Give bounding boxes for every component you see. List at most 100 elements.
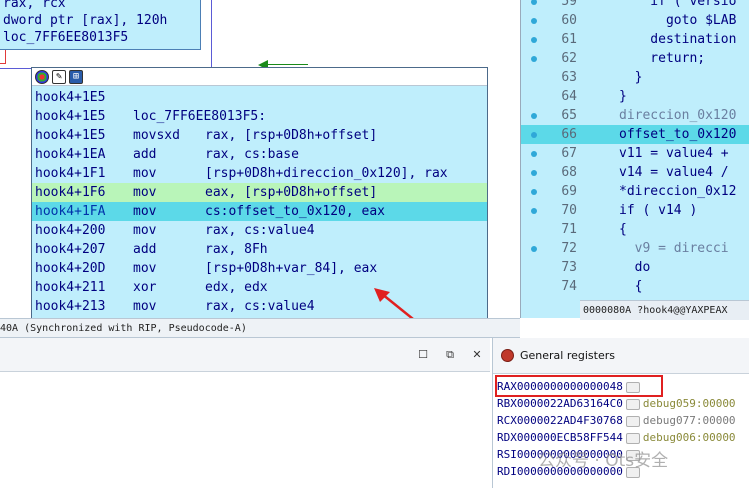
asm-address: hook4+1FA — [35, 204, 106, 219]
upper-line-3: loc_7FF6EE8013F5 — [3, 30, 129, 45]
pseudocode-line[interactable]: 74 { — [521, 277, 749, 296]
register-row[interactable]: RBX0000022AD63164C0 debug059:00000 — [493, 395, 749, 412]
pseudocode-line[interactable]: 73 do — [521, 258, 749, 277]
upper-code-block[interactable]: rax, rcx dword ptr [rax], 120h loc_7FF6E… — [0, 0, 201, 50]
asm-address: hook4+207 — [35, 242, 106, 257]
breakpoint-dot-icon[interactable] — [531, 56, 537, 62]
pseudocode-line[interactable]: 72 v9 = direcci — [521, 239, 749, 258]
pseudocode-line[interactable]: 66 offset_to_0x120 — [521, 125, 749, 144]
asm-operands: [rsp+0D8h+direccion_0x120], rax — [205, 166, 448, 181]
asm-line[interactable]: hook4+1EA add rax, cs:base — [32, 145, 487, 164]
line-number: 69 — [561, 184, 577, 199]
asm-address: hook4+1E5 — [35, 128, 106, 143]
register-comment: debug006:00000 — [642, 431, 736, 444]
breakpoint-dot-icon[interactable] — [531, 113, 537, 119]
pseudocode-text: } — [619, 70, 643, 85]
pseudocode-line[interactable]: 69 *direccion_0x12 — [521, 182, 749, 201]
register-name: RSI — [497, 448, 517, 461]
line-number: 61 — [561, 32, 577, 47]
breakpoint-dot-icon[interactable] — [531, 151, 537, 157]
breakpoint-dot-icon[interactable] — [531, 208, 537, 214]
pseudocode-text: direccion_0x120 — [619, 108, 737, 123]
breakpoint-dot-icon[interactable] — [531, 189, 537, 195]
pseudocode-line[interactable]: 63 } — [521, 68, 749, 87]
pseudocode-line[interactable]: 68 v14 = value4 / — [521, 163, 749, 182]
register-row[interactable]: RDX000000ECB58FF544 debug006:00000 — [493, 429, 749, 446]
asm-line[interactable]: hook4+1F6 mov eax, [rsp+0D8h+offset] — [32, 183, 487, 202]
asm-operands: rax, cs:value4 — [205, 299, 315, 314]
asm-line[interactable]: hook4+20D mov [rsp+0D8h+var_84], eax — [32, 259, 487, 278]
breakpoint-dot-icon[interactable] — [531, 246, 537, 252]
color-icon[interactable] — [35, 69, 49, 84]
asm-mnemonic: mov — [133, 204, 157, 219]
jump-to-address-icon[interactable] — [625, 398, 640, 410]
asm-line[interactable]: hook4+1E5 movsxd rax, [rsp+0D8h+offset] — [32, 126, 487, 145]
pseudocode-text: if ( v14 ) — [619, 203, 698, 218]
register-name: RDX — [497, 431, 517, 444]
asm-mnemonic: mov — [133, 185, 157, 200]
block-header: ✎ ⊞ — [32, 68, 487, 86]
asm-line[interactable]: hook4+1FA mov cs:offset_to_0x120, eax — [32, 202, 487, 221]
main-code-block[interactable]: ✎ ⊞ hook4+1E5 hook4+1E5 loc_7FF6EE8013F5: h… — [31, 67, 488, 318]
upper-line-2: dword ptr [rax], 120h — [3, 13, 168, 28]
asm-line[interactable]: hook4+1E5 — [32, 88, 487, 107]
graph-view[interactable]: rax, rcx dword ptr [rax], 120h loc_7FF6E… — [0, 0, 520, 318]
pseudocode-line[interactable]: 64} — [521, 87, 749, 106]
register-row[interactable]: RCX0000022AD4F30768 debug077:00000 — [493, 412, 749, 429]
pseudocode-view[interactable]: 59 if ( versio 60 goto $LAB 61 destination… — [520, 0, 749, 318]
pseudocode-line[interactable]: 70 if ( v14 ) — [521, 201, 749, 220]
asm-address: hook4+1EA — [35, 147, 106, 162]
register-name: RCX — [497, 414, 517, 427]
line-number: 63 — [561, 70, 577, 85]
breakpoint-dot-icon[interactable] — [531, 0, 537, 5]
pseudocode-line[interactable]: 62 return; — [521, 49, 749, 68]
annotation-arrow-icon — [374, 288, 414, 318]
pseudocode-status-bar: 0000080A ?hook4@@YAXPEAX — [580, 300, 749, 320]
line-number: 74 — [561, 279, 577, 294]
false-branch-edge — [0, 50, 6, 64]
jump-to-address-icon[interactable] — [625, 415, 640, 427]
output-pane[interactable]: ☐ ⧉ ✕ — [0, 338, 490, 488]
asm-line[interactable]: hook4+207 add rax, 8Fh — [32, 240, 487, 259]
maximize-icon[interactable]: ☐ — [416, 349, 430, 361]
asm-mnemonic: movsxd — [133, 128, 180, 143]
asm-line[interactable]: hook4+200 mov rax, cs:value4 — [32, 221, 487, 240]
breakpoint-dot-icon[interactable] — [531, 132, 537, 138]
register-value[interactable]: 0000022AD63164C0 — [517, 397, 623, 410]
asm-line[interactable]: hook4+1F1 mov [rsp+0D8h+direccion_0x120], … — [32, 164, 487, 183]
pseudocode-line[interactable]: 67 v11 = value4 + — [521, 144, 749, 163]
pseudocode-text: offset_to_0x120 — [619, 127, 737, 142]
register-name: RDI — [497, 465, 517, 478]
asm-operands: [rsp+0D8h+var_84], eax — [205, 261, 378, 276]
asm-mnemonic: xor — [133, 280, 157, 295]
register-value[interactable]: 0000022AD4F30768 — [517, 414, 623, 427]
watermark: 公众号 · Ots安全 — [538, 451, 669, 471]
asm-line[interactable]: hook4+1E5 loc_7FF6EE8013F5: — [32, 107, 487, 126]
register-value[interactable]: 000000ECB58FF544 — [517, 431, 623, 444]
asm-mnemonic: add — [133, 242, 157, 257]
pseudocode-text: goto $LAB — [619, 13, 737, 28]
asm-address: hook4+211 — [35, 280, 106, 295]
rax-highlight-box — [495, 375, 663, 397]
pseudocode-line[interactable]: 59 if ( versio — [521, 0, 749, 11]
pseudocode-line[interactable]: 65 direccion_0x120 — [521, 106, 749, 125]
graph-icon[interactable]: ⊞ — [69, 69, 83, 84]
pseudocode-text: do — [619, 260, 651, 275]
breakpoint-dot-icon[interactable] — [531, 37, 537, 43]
restore-icon[interactable]: ⧉ — [443, 349, 457, 361]
line-number: 64 — [561, 89, 577, 104]
asm-mnemonic: mov — [133, 166, 157, 181]
breakpoint-dot-icon[interactable] — [531, 18, 537, 24]
asm-operands: rax, cs:base — [205, 147, 299, 162]
jump-to-address-icon[interactable] — [625, 432, 640, 444]
pseudocode-text: destination — [619, 32, 737, 47]
pseudocode-line[interactable]: 61 destination — [521, 30, 749, 49]
registers-title: General registers — [520, 349, 615, 362]
breakpoint-dot-icon[interactable] — [531, 170, 537, 176]
register-comment: debug077:00000 — [642, 414, 736, 427]
asm-operands: rax, 8Fh — [205, 242, 268, 257]
close-icon[interactable]: ✕ — [470, 349, 484, 361]
pseudocode-line[interactable]: 60 goto $LAB — [521, 11, 749, 30]
edit-icon[interactable]: ✎ — [52, 69, 66, 84]
pseudocode-line[interactable]: 71 { — [521, 220, 749, 239]
